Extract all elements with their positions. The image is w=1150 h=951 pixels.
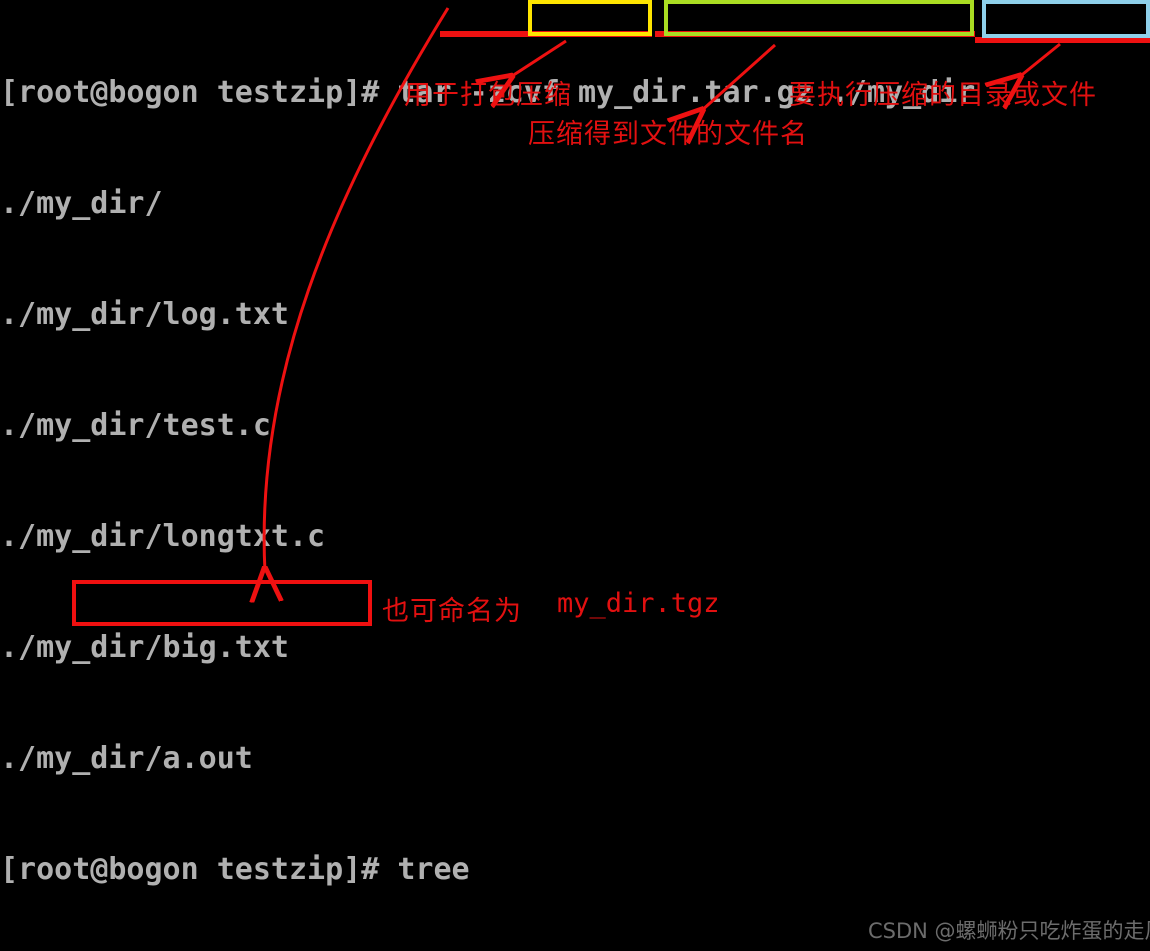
annotation-alias-value: my_dir.tgz <box>557 588 720 619</box>
terminal-screenshot: [root@bogon testzip]# tar -zcvf my_dir.t… <box>0 0 1150 951</box>
terminal-line: ./my_dir/log.txt <box>0 297 289 332</box>
annotation-option-note: 用于打包压缩 <box>404 80 572 111</box>
annotation-archive-note: 压缩得到文件的文件名 <box>528 119 808 150</box>
command-underline-mid <box>655 31 975 37</box>
annotation-alias-note: 也可命名为 <box>382 596 522 627</box>
terminal-line: ./my_dir/longtxt.c <box>0 519 326 554</box>
annotation-target-note: 要执行压缩的目录或文件 <box>789 80 1097 111</box>
command-underline-right <box>975 37 1150 43</box>
terminal-line: ./my_dir/test.c <box>0 408 271 443</box>
terminal-line: ./my_dir/a.out <box>0 741 253 776</box>
csdn-watermark: CSDN @螺蛳粉只吃炸蛋的走风 <box>868 919 1150 943</box>
terminal-line: ./my_dir/ <box>0 186 163 221</box>
terminal-line: ./my_dir/big.txt <box>0 630 289 665</box>
terminal-line: [root@bogon testzip]# tree <box>0 852 470 887</box>
command-underline-left <box>440 31 652 37</box>
